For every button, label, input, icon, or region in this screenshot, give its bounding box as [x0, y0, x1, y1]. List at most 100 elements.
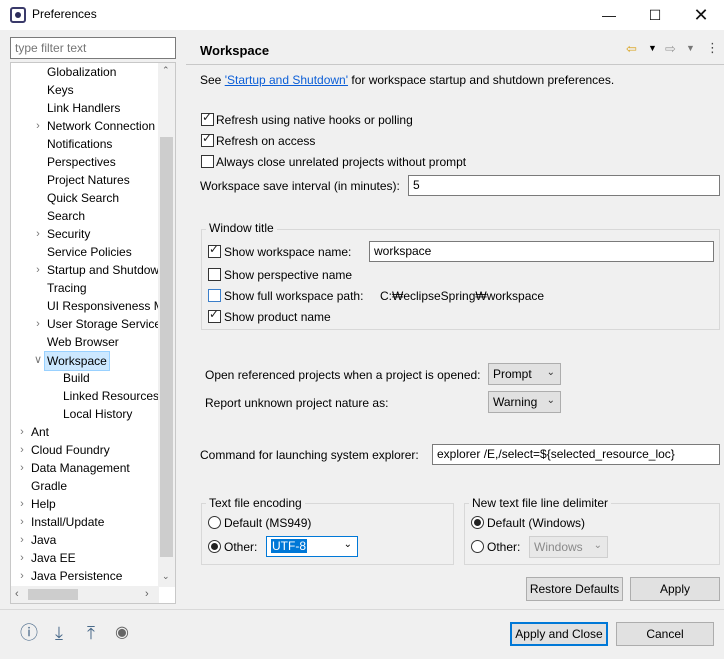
tree-item[interactable]: Build [11, 369, 159, 387]
tree-item[interactable]: › Java Persistence [11, 567, 159, 585]
unknown-nature-value: Warning [493, 395, 538, 409]
window-title-group-label: Window title [206, 221, 277, 235]
tree-item-label: Java EE [31, 551, 76, 565]
expand-right-icon[interactable]: › [17, 567, 27, 585]
import-icon[interactable]: ⤓ [48, 622, 70, 644]
expand-right-icon[interactable]: › [17, 495, 27, 513]
show-perspective-checkbox[interactable] [208, 268, 221, 281]
tree-item[interactable]: UI Responsiveness M [11, 297, 164, 315]
tree-item[interactable]: Web Browser [11, 333, 159, 351]
tree-vertical-scrollbar[interactable]: ⌃ ⌄ [158, 63, 175, 587]
refresh-access-checkbox[interactable] [201, 131, 214, 147]
preference-tree[interactable]: Globalization Keys Link Handlers › Network C… [10, 62, 176, 604]
tree-item[interactable]: › Data Management [11, 459, 159, 477]
tree-item[interactable]: › Network Connection [11, 117, 159, 135]
save-interval-input[interactable]: 5 [408, 175, 720, 196]
restore-defaults-button[interactable]: Restore Defaults [526, 577, 623, 601]
tree-item[interactable]: › Security [11, 225, 159, 243]
close-icon[interactable]: ✕ [678, 0, 724, 30]
explorer-command-input[interactable]: explorer /E,/select=${selected_resource_… [432, 444, 720, 465]
view-menu-icon[interactable]: ⋮ [706, 40, 719, 56]
refresh-native-checkbox[interactable] [201, 110, 214, 126]
tree-item[interactable]: Linked Resources [11, 387, 159, 405]
help-icon[interactable]: ⓘ [18, 622, 40, 644]
open-referenced-select[interactable]: Prompt ⌄ [488, 363, 561, 385]
expand-right-icon[interactable]: › [17, 549, 27, 567]
scroll-left-icon[interactable]: ‹ [15, 588, 19, 600]
tree-horizontal-scrollbar[interactable]: ‹ › [11, 586, 159, 603]
tree-item[interactable]: Tracing [11, 279, 159, 297]
back-arrow-icon[interactable]: ⇦ [626, 41, 637, 57]
show-product-name-checkbox[interactable] [208, 307, 221, 323]
forward-menu-chevron-down-icon[interactable]: ▼ [686, 43, 695, 53]
tree-item[interactable]: Local History [11, 405, 159, 423]
tree-item[interactable]: Project Natures [11, 171, 159, 189]
apply-button[interactable]: Apply [630, 577, 720, 601]
expand-right-icon[interactable]: › [17, 441, 27, 459]
encoding-default-radio[interactable] [208, 516, 221, 529]
tree-item[interactable]: Keys [11, 81, 159, 99]
export-icon[interactable]: ⤒ [80, 622, 102, 644]
tree-item[interactable]: › Cloud Foundry [11, 441, 159, 459]
tree-item[interactable]: › Help [11, 495, 159, 513]
delimiter-default-radio[interactable] [471, 516, 484, 529]
minimize-icon[interactable]: — [586, 0, 632, 30]
tree-item[interactable]: Service Policies [11, 243, 159, 261]
tree-item[interactable]: › Java EE [11, 549, 159, 567]
filter-input[interactable] [10, 37, 176, 59]
cancel-button[interactable]: Cancel [616, 622, 714, 646]
scroll-right-icon[interactable]: › [145, 588, 149, 600]
expand-right-icon[interactable]: › [33, 117, 43, 135]
startup-shutdown-link[interactable]: 'Startup and Shutdown' [225, 73, 348, 87]
unknown-nature-select[interactable]: Warning ⌄ [488, 391, 561, 413]
tree-item[interactable]: Perspectives [11, 153, 159, 171]
encoding-select[interactable]: UTF-8 ⌄ [266, 536, 358, 557]
tree-item[interactable]: Notifications [11, 135, 159, 153]
tree-item[interactable]: › Install/Update [11, 513, 159, 531]
encoding-group-label: Text file encoding [206, 496, 305, 510]
encoding-other-label: Other: [224, 540, 258, 554]
tree-item-label: Linked Resources [63, 389, 160, 403]
tree-item-label: Workspace [44, 351, 110, 371]
tree-item[interactable]: Gradle [11, 477, 159, 495]
tree-item[interactable]: › User Storage Service [11, 315, 161, 333]
tree-item[interactable]: Search [11, 207, 159, 225]
encoding-other-radio[interactable] [208, 540, 221, 553]
expand-right-icon[interactable]: › [33, 315, 43, 333]
show-workspace-name-checkbox[interactable] [208, 242, 221, 258]
expand-right-icon[interactable]: › [17, 459, 27, 477]
expand-right-icon[interactable]: › [17, 423, 27, 441]
tree-item[interactable]: › Java [11, 531, 159, 549]
show-full-path-checkbox[interactable] [208, 289, 221, 302]
expand-right-icon[interactable]: › [17, 513, 27, 531]
scrollbar-thumb[interactable] [28, 589, 78, 600]
tree-item[interactable]: › Startup and Shutdow [11, 261, 159, 279]
tree-item[interactable]: › Ant [11, 423, 159, 441]
open-referenced-value: Prompt [493, 367, 532, 381]
explorer-command-label: Command for launching system explorer: [200, 448, 419, 462]
tree-item[interactable]: Globalization [11, 63, 159, 81]
expand-right-icon[interactable]: › [17, 531, 27, 549]
close-unrelated-checkbox[interactable] [201, 155, 214, 168]
maximize-icon[interactable]: ☐ [632, 0, 678, 30]
workspace-name-input[interactable]: workspace [369, 241, 714, 262]
tree-item[interactable]: ∨ Workspace [11, 351, 159, 371]
tree-item-label: Java [31, 533, 57, 547]
expand-down-icon[interactable]: ∨ [33, 351, 43, 369]
scrollbar-thumb[interactable] [160, 137, 173, 557]
record-icon[interactable]: ◉ [111, 622, 133, 644]
delimiter-other-radio[interactable] [471, 540, 484, 553]
tree-item-label: Project Natures [47, 173, 130, 187]
expand-right-icon[interactable]: › [33, 225, 43, 243]
back-menu-chevron-down-icon[interactable]: ▼ [648, 43, 657, 53]
show-full-path-label: Show full workspace path: [224, 289, 364, 303]
delimiter-select[interactable]: Windows ⌄ [529, 536, 608, 558]
scroll-down-icon[interactable]: ⌄ [162, 571, 170, 582]
forward-arrow-icon[interactable]: ⇨ [665, 41, 676, 57]
show-perspective-label: Show perspective name [224, 268, 353, 282]
scroll-up-icon[interactable]: ⌃ [162, 65, 170, 76]
tree-item[interactable]: Link Handlers [11, 99, 159, 117]
tree-item[interactable]: Quick Search [11, 189, 159, 207]
apply-and-close-button[interactable]: Apply and Close [510, 622, 608, 646]
expand-right-icon[interactable]: › [33, 261, 43, 279]
